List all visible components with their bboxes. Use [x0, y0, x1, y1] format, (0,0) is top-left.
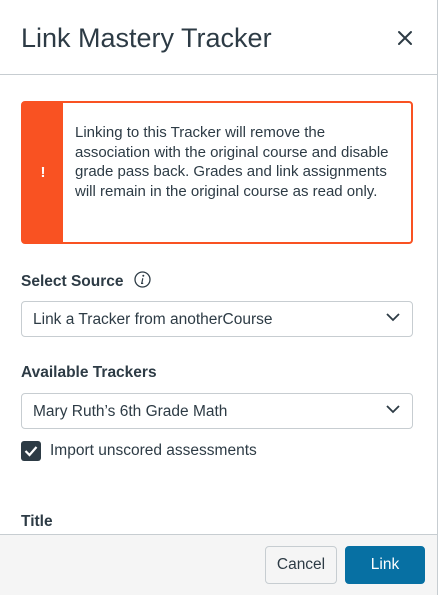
close-button[interactable] [391, 24, 419, 52]
warning-icon-glyph: ! [40, 164, 46, 181]
select-source-label-text: Select Source [21, 273, 124, 290]
chevron-down-icon [386, 405, 400, 414]
cancel-button[interactable]: Cancel [265, 546, 337, 584]
info-icon[interactable] [134, 271, 151, 288]
link-mastery-tracker-modal: Link Mastery Tracker ! Linking to this T… [0, 0, 438, 595]
modal-footer: Cancel Link [0, 534, 437, 595]
title-field-label: Title [21, 513, 53, 530]
close-icon [398, 31, 412, 45]
select-source-label: Select Source [21, 271, 151, 292]
modal-header: Link Mastery Tracker [0, 0, 437, 75]
import-unscored-label: Import unscored assessments [50, 442, 257, 459]
available-trackers-dropdown[interactable]: Mary Ruth’s 6th Grade Math [21, 393, 413, 429]
select-source-value: Link a Tracker from anotherCourse [33, 311, 273, 328]
checkmark-icon [24, 446, 38, 457]
import-unscored-checkbox[interactable] [21, 441, 41, 461]
modal-body: ! Linking to this Tracker will remove th… [0, 75, 437, 534]
available-trackers-label: Available Trackers [21, 364, 157, 381]
chevron-down-icon [386, 313, 400, 322]
warning-icon: ! [23, 103, 63, 242]
available-trackers-value: Mary Ruth’s 6th Grade Math [33, 403, 228, 420]
select-source-dropdown[interactable]: Link a Tracker from anotherCourse [21, 301, 413, 337]
modal-title: Link Mastery Tracker [21, 23, 272, 53]
link-button[interactable]: Link [345, 546, 425, 584]
warning-alert: ! Linking to this Tracker will remove th… [21, 101, 413, 244]
warning-message: Linking to this Tracker will remove the … [75, 124, 389, 200]
